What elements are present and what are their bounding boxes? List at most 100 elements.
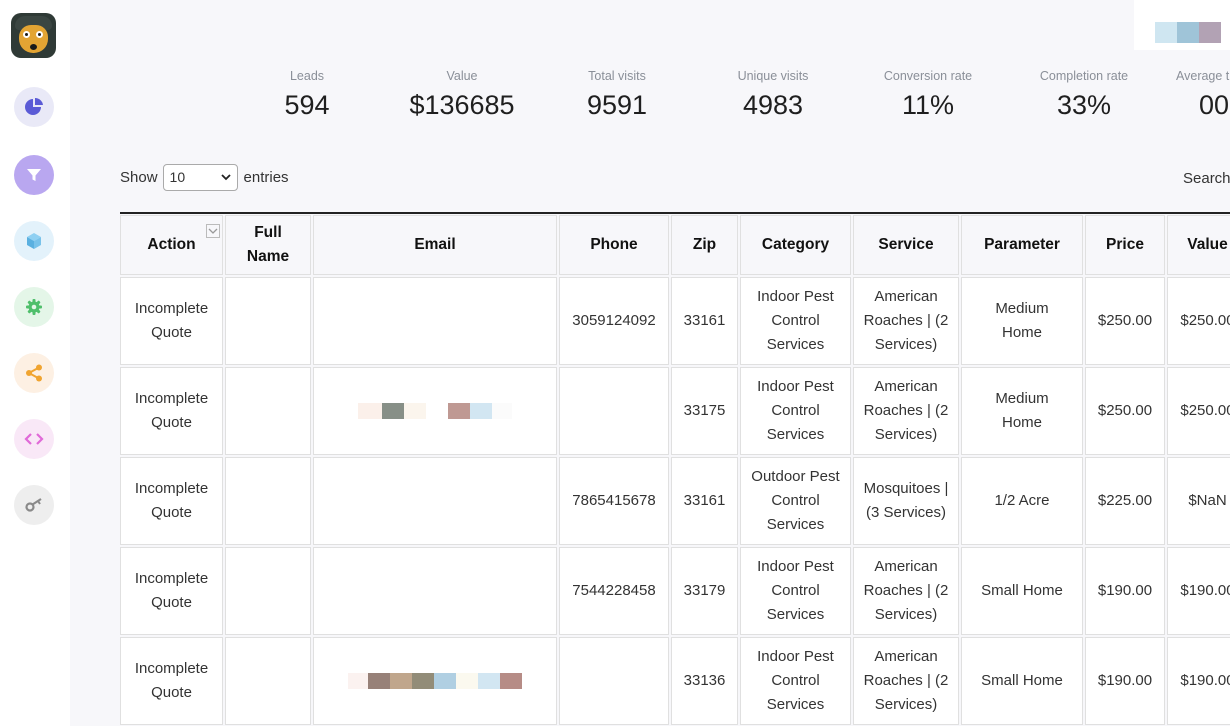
cell-email <box>313 367 557 455</box>
cell-action: Incomplete Quote <box>120 277 223 365</box>
cell-phone: 3059124092 <box>559 277 669 365</box>
table-row[interactable]: Incomplete Quote 7865415678 33161 Outdoo… <box>120 457 1230 545</box>
cell-category: Outdoor Pest Control Services <box>740 457 851 545</box>
cell-price: $250.00 <box>1085 277 1165 365</box>
cell-parameter: Medium Home <box>961 367 1083 455</box>
cube-icon <box>27 233 41 249</box>
show-label: Show <box>120 168 158 186</box>
cell-zip: 33161 <box>671 457 738 545</box>
entries-label: entries <box>243 168 289 186</box>
cell-service: American Roaches | (2 Services) <box>853 367 959 455</box>
cell-category: Indoor Pest Control Services <box>740 367 851 455</box>
cell-full-name <box>225 277 311 365</box>
cell-value: $190.00 <box>1167 547 1230 635</box>
app-logo[interactable] <box>11 13 56 58</box>
stat-label: Value <box>446 69 478 83</box>
col-header-action[interactable]: Action <box>120 215 223 275</box>
stat-label: Completion rate <box>1039 69 1129 83</box>
pie-chart-icon <box>25 97 43 115</box>
nav-settings[interactable] <box>14 287 54 327</box>
cell-full-name <box>225 457 311 545</box>
nav-dashboard[interactable] <box>14 87 54 127</box>
entries-select-value: 10 <box>169 169 186 185</box>
stat-value: 4983 <box>742 90 804 120</box>
stat-value: 11% <box>901 90 955 120</box>
col-header-label: Action <box>147 236 196 253</box>
col-header-email[interactable]: Email <box>313 215 557 275</box>
stat-label: Total visits <box>588 69 646 83</box>
cell-zip: 33175 <box>671 367 738 455</box>
stat-leads: Leads 594 <box>227 68 387 126</box>
entries-select[interactable]: 10 <box>162 163 238 191</box>
nav-products[interactable] <box>14 221 54 261</box>
cell-action: Incomplete Quote <box>120 457 223 545</box>
cell-parameter: Small Home <box>961 547 1083 635</box>
cell-value: $190.00 <box>1167 637 1230 725</box>
sidebar <box>0 0 70 726</box>
key-icon <box>25 498 42 512</box>
cell-price: $250.00 <box>1085 367 1165 455</box>
cell-action: Incomplete Quote <box>120 547 223 635</box>
stat-completion-rate: Completion rate 33% <box>1004 68 1164 126</box>
share-icon <box>26 364 42 382</box>
cell-full-name <box>225 367 311 455</box>
cell-full-name <box>225 637 311 725</box>
leads-table: Action Full Name Email Phone Zip Categor… <box>120 212 1230 726</box>
cell-phone: 7544228458 <box>559 547 669 635</box>
cell-price: $225.00 <box>1085 457 1165 545</box>
cell-price: $190.00 <box>1085 637 1165 725</box>
cell-category: Indoor Pest Control Services <box>740 637 851 725</box>
stat-value-total: Value $136685 <box>382 68 542 126</box>
stat-value: 00 <box>1199 90 1230 120</box>
cell-email <box>313 547 557 635</box>
table-row[interactable]: Incomplete Quote 7544228458 33179 Indoor… <box>120 547 1230 635</box>
col-header-price[interactable]: Price <box>1085 215 1165 275</box>
stat-label: Leads <box>289 69 325 83</box>
cell-email <box>313 277 557 365</box>
stat-label: Unique visits <box>737 69 809 83</box>
filter-icon <box>27 169 41 181</box>
nav-share[interactable] <box>14 353 54 393</box>
cell-email <box>313 457 557 545</box>
sort-icon[interactable] <box>206 224 220 238</box>
cell-service: Mosquitoes | (3 Services) <box>853 457 959 545</box>
account-avatar[interactable] <box>1134 0 1230 50</box>
cell-parameter: 1/2 Acre <box>961 457 1083 545</box>
stat-label: Conversion rate <box>883 69 973 83</box>
table-row[interactable]: Incomplete Quote 33175 Indoor Pest Contr… <box>120 367 1230 455</box>
stat-value: 33% <box>1056 90 1112 120</box>
cell-service: American Roaches | (2 Services) <box>853 637 959 725</box>
nav-embed-code[interactable] <box>14 419 54 459</box>
table-row[interactable]: Incomplete Quote 33136 Indoor Pest Contr… <box>120 637 1230 725</box>
cell-value: $NaN <box>1167 457 1230 545</box>
col-header-zip[interactable]: Zip <box>671 215 738 275</box>
cell-value: $250.00 <box>1167 367 1230 455</box>
cell-service: American Roaches | (2 Services) <box>853 277 959 365</box>
chevron-down-icon <box>220 174 231 181</box>
cell-service: American Roaches | (2 Services) <box>853 547 959 635</box>
col-header-category[interactable]: Category <box>740 215 851 275</box>
cell-action: Incomplete Quote <box>120 367 223 455</box>
code-icon <box>24 433 44 445</box>
nav-api-keys[interactable] <box>14 485 54 525</box>
col-header-service[interactable]: Service <box>853 215 959 275</box>
col-header-phone[interactable]: Phone <box>559 215 669 275</box>
nav-leads[interactable] <box>14 155 54 195</box>
col-header-parameter[interactable]: Parameter <box>961 215 1083 275</box>
col-header-full-name[interactable]: Full Name <box>225 215 311 275</box>
col-header-value[interactable]: Value <box>1167 215 1230 275</box>
cell-zip: 33179 <box>671 547 738 635</box>
gear-icon <box>26 299 42 315</box>
length-menu: Show 10 entries <box>120 163 289 191</box>
table-header-row: Action Full Name Email Phone Zip Categor… <box>120 215 1230 275</box>
stat-value: $136685 <box>409 90 515 120</box>
cell-category: Indoor Pest Control Services <box>740 547 851 635</box>
stat-conversion-rate: Conversion rate 11% <box>848 68 1008 126</box>
cell-parameter: Medium Home <box>961 277 1083 365</box>
stat-label: Average t <box>1176 69 1230 83</box>
stat-value: 9591 <box>586 90 648 120</box>
stat-value: 594 <box>284 90 330 120</box>
cell-zip: 33136 <box>671 637 738 725</box>
table-row[interactable]: Incomplete Quote 3059124092 33161 Indoor… <box>120 277 1230 365</box>
stat-unique-visits: Unique visits 4983 <box>693 68 853 126</box>
